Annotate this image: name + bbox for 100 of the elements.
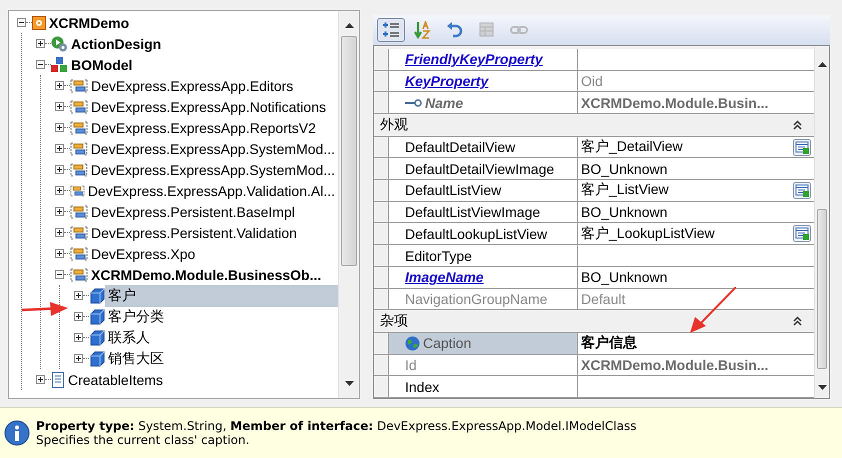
lookup-icon[interactable] — [793, 138, 811, 156]
value-cell[interactable] — [578, 376, 814, 397]
globe-icon — [405, 336, 420, 351]
cube-icon — [89, 308, 105, 324]
expand-icon[interactable] — [36, 39, 45, 48]
cube-icon — [89, 330, 105, 346]
expand-icon[interactable] — [74, 291, 83, 300]
expand-icon[interactable] — [74, 312, 83, 321]
property-name[interactable]: Caption — [389, 332, 578, 354]
scroll-down-icon[interactable] — [344, 381, 354, 386]
namespace-icon — [70, 78, 88, 94]
lookup-icon[interactable] — [793, 225, 811, 242]
property-type-text: Property type: System.String, Member of interface: DevExpress.ExpressApp.Model.IModelClass — [36, 419, 636, 433]
expand-icon[interactable] — [55, 165, 64, 174]
expand-icon[interactable] — [55, 144, 64, 153]
expand-icon[interactable] — [55, 81, 64, 90]
value-cell[interactable] — [578, 49, 814, 70]
undo-icon — [446, 21, 464, 39]
tree-item[interactable]: DevExpress.ExpressApp.SystemMod... — [88, 160, 338, 180]
tree-item[interactable]: CreatableItems — [65, 370, 338, 390]
collapse-icon[interactable] — [55, 270, 64, 279]
value-cell[interactable]: XCRMDemo.Module.Busin... — [578, 92, 814, 114]
tree-item[interactable]: ActionDesign — [68, 34, 338, 54]
property-value: BO_Unknown — [581, 160, 668, 177]
property-name[interactable]: Index — [389, 376, 578, 397]
expand-icon[interactable] — [55, 123, 64, 132]
collapse-icon[interactable] — [793, 316, 802, 326]
value-cell[interactable]: BO_Unknown — [578, 202, 814, 222]
property-value: XCRMDemo.Module.Busin... — [581, 94, 768, 111]
property-name[interactable]: Name — [389, 92, 578, 114]
cubes-icon — [51, 56, 68, 72]
value-cell[interactable] — [578, 245, 814, 266]
tree-item[interactable]: DevExpress.ExpressApp.ReportsV2 — [88, 118, 338, 138]
cube-icon — [89, 288, 105, 304]
sort-icon — [414, 21, 432, 39]
property-value: BO_Unknown — [581, 204, 668, 220]
tree-item[interactable]: 客户分类 — [105, 306, 338, 328]
property-name[interactable]: EditorType — [389, 245, 578, 266]
property-value: 客户信息 — [581, 334, 637, 352]
tree-item[interactable]: XCRMDemo — [46, 12, 338, 32]
collapse-icon[interactable] — [17, 18, 26, 27]
scroll-up-icon[interactable] — [344, 23, 354, 28]
value-cell[interactable]: 客户_LookupListView — [578, 223, 814, 244]
value-cell[interactable]: 客户_DetailView — [578, 136, 814, 158]
collapse-icon[interactable] — [36, 60, 45, 69]
property-value: XCRMDemo.Module.Busin... — [581, 356, 768, 373]
expand-icon[interactable] — [55, 228, 64, 237]
property-name[interactable]: DefaultDetailView — [389, 136, 578, 158]
value-cell[interactable]: 客户_ListView — [578, 180, 814, 201]
namespace-icon — [70, 266, 88, 282]
table-icon — [478, 21, 496, 39]
tree-item[interactable]: 销售大区 — [105, 348, 338, 370]
property-name[interactable]: KeyProperty — [389, 70, 578, 92]
expand-icon[interactable] — [74, 333, 83, 342]
tree-item[interactable]: 联系人 — [105, 326, 338, 348]
expand-icon[interactable] — [55, 186, 64, 195]
property-name[interactable]: DefaultLookupListView — [389, 223, 578, 244]
tree-item[interactable]: DevExpress.ExpressApp.Validation.Al... — [84, 180, 338, 200]
tree-item[interactable]: DevExpress.ExpressApp.SystemMod... — [88, 138, 338, 158]
description-text: Specifies the current class' caption. — [36, 433, 250, 447]
namespace-icon — [70, 120, 88, 136]
property-name[interactable]: DefaultListViewImage — [389, 202, 578, 222]
scrollbar[interactable] — [338, 11, 359, 398]
expand-icon[interactable] — [55, 102, 64, 111]
expand-icon[interactable] — [74, 354, 83, 363]
tree-item[interactable]: DevExpress.ExpressApp.Editors — [88, 76, 338, 96]
scroll-up-icon[interactable] — [818, 62, 826, 67]
property-name[interactable]: FriendlyKeyProperty — [389, 49, 578, 70]
value-cell[interactable]: BO_Unknown — [578, 266, 814, 288]
expand-icon[interactable] — [36, 375, 45, 384]
annotation-arrow — [690, 287, 736, 333]
property-name[interactable]: DefaultDetailViewImage — [389, 158, 578, 180]
tree-item[interactable]: 客户 — [105, 284, 338, 306]
info-icon — [4, 420, 30, 446]
tree-item[interactable]: DevExpress.Persistent.Validation — [88, 222, 338, 242]
expand-icon[interactable] — [55, 207, 64, 216]
property-value: BO_Unknown — [581, 269, 668, 286]
property-name[interactable]: ImageName — [389, 266, 578, 288]
annotation-arrow — [22, 301, 68, 317]
namespace-icon — [70, 182, 85, 198]
lookup-icon[interactable] — [793, 182, 811, 199]
cube-icon — [89, 350, 105, 366]
collapse-icon[interactable] — [793, 120, 802, 130]
value-cell[interactable]: BO_Unknown — [578, 158, 814, 180]
namespace-icon — [70, 224, 88, 240]
tree-item[interactable]: DevExpress.ExpressApp.Notifications — [88, 96, 338, 116]
value-cell[interactable]: 客户信息 — [578, 332, 814, 354]
tree-item[interactable]: DevExpress.Xpo — [88, 244, 338, 264]
document-icon — [51, 372, 65, 388]
categorized-icon — [382, 21, 400, 39]
tree-item[interactable]: BOModel — [68, 54, 338, 74]
tree-item[interactable]: XCRMDemo.Module.BusinessOb... — [88, 264, 338, 284]
scrollbar[interactable] — [814, 46, 829, 398]
property-name[interactable]: DefaultListView — [389, 180, 578, 201]
property-value: Default — [581, 290, 626, 307]
scroll-down-icon[interactable] — [818, 385, 826, 390]
property-value: 客户_ListView — [581, 181, 669, 200]
expand-icon[interactable] — [55, 249, 64, 258]
toolbar-button[interactable] — [377, 18, 405, 42]
tree-item[interactable]: DevExpress.Persistent.BaseImpl — [88, 202, 338, 222]
